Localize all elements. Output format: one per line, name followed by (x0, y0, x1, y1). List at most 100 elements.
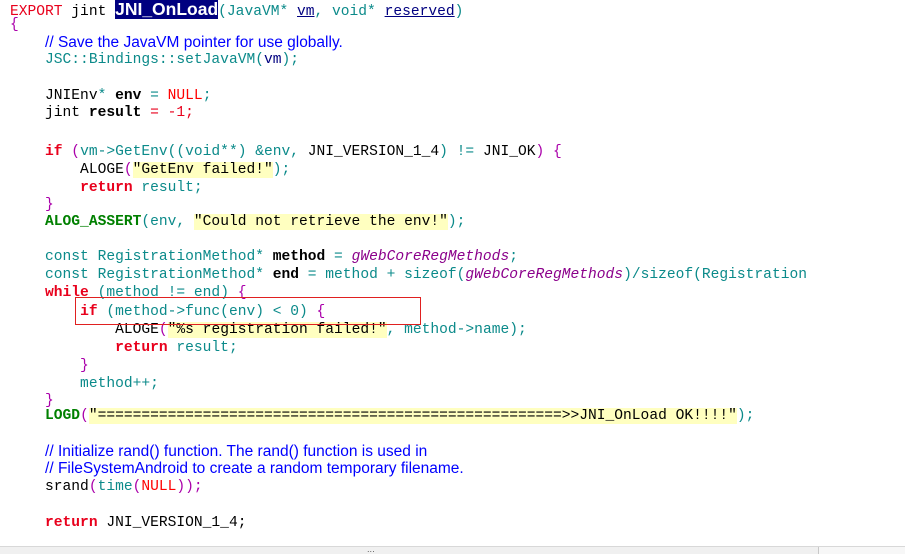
code-comment: // Initialize rand() function. The rand(… (45, 443, 428, 460)
code-comment: // FileSystemAndroid to create a random … (45, 460, 464, 477)
code-token: gWebCoreRegMethods (465, 267, 624, 283)
code-line: // FileSystemAndroid to create a random … (10, 460, 464, 478)
code-token: jint (10, 105, 89, 121)
code-token: } (10, 358, 89, 374)
code-token: ( (80, 408, 89, 424)
code-line: { (10, 16, 19, 34)
code-token: result (88, 105, 142, 121)
code-token: NULL (167, 88, 203, 104)
code-token: = -1; (141, 105, 194, 121)
code-token: = (141, 88, 168, 104)
code-token: ; (202, 88, 212, 104)
code-token: result; (167, 340, 238, 356)
code-token: ) != (439, 144, 483, 160)
code-token: LOGD (10, 408, 81, 424)
code-token: )/sizeof(Registration (623, 267, 807, 283)
code-token: ( (88, 479, 98, 495)
code-token: env (115, 88, 142, 104)
code-token: ) (535, 144, 545, 160)
code-line: // Initialize rand() function. The rand(… (10, 443, 427, 461)
code-line: srand(time(NULL)); (10, 478, 203, 496)
code-token: = method + sizeof( (299, 267, 466, 283)
code-token: jint (62, 4, 116, 20)
string-literal: "Could not retrieve the env!" (193, 214, 448, 230)
code-token: vm->GetEnv((void**) &env, (80, 144, 308, 160)
code-token: ( (123, 162, 133, 178)
scrollbar-track-end (818, 547, 905, 554)
scrollbar-grip-icon[interactable]: ... (367, 546, 375, 554)
code-token: ( (62, 144, 81, 160)
code-token: JNI_OK (482, 144, 536, 160)
code-token: NULL (141, 479, 177, 495)
code-line: EXPORT jint JNI_OnLoad(JavaVM* vm, void*… (10, 0, 464, 20)
string-literal: "=======================================… (88, 408, 737, 424)
code-token: ) (454, 4, 464, 20)
code-token: ; (509, 249, 518, 265)
code-token: vm (263, 52, 282, 68)
code-token: ALOGE (10, 162, 124, 178)
code-line: if (vm->GetEnv((void**) &env, JNI_VERSIO… (10, 143, 562, 161)
code-line: } (10, 196, 54, 214)
code-token: result; (132, 180, 203, 196)
code-line: return JNI_VERSION_1_4; (10, 514, 246, 532)
code-token: )); (176, 479, 203, 495)
code-token: { (10, 17, 19, 33)
code-token: method++; (10, 376, 159, 392)
code-token: ); (281, 52, 300, 68)
code-line: } (10, 357, 89, 375)
code-token: (JavaVM* (218, 4, 297, 20)
string-literal: "GetEnv failed!" (132, 162, 273, 178)
code-line: method++; (10, 375, 159, 393)
code-token: * (97, 88, 116, 104)
code-line: ALOG_ASSERT(env, "Could not retrieve the… (10, 213, 465, 231)
code-token: JNI_VERSION_1_4 (307, 144, 440, 160)
code-token: JNIEnv (10, 88, 98, 104)
code-token: time (97, 479, 133, 495)
code-token: end (272, 267, 300, 283)
code-token: } (10, 197, 54, 213)
code-token: return (115, 340, 168, 356)
code-line: // Save the JavaVM pointer for use globa… (10, 34, 343, 52)
code-token: srand (10, 479, 89, 495)
code-token: (env, (141, 214, 194, 230)
code-token: ALOG_ASSERT (10, 214, 142, 230)
code-token: , void* (314, 4, 385, 20)
code-token: return (80, 180, 133, 196)
code-line: LOGD("==================================… (10, 407, 754, 425)
code-token: return (45, 515, 98, 531)
code-token: ); (447, 214, 466, 230)
code-token: ); (272, 162, 291, 178)
code-token: const RegistrationMethod* (10, 249, 273, 265)
code-line: return result; (10, 179, 203, 197)
code-token: { (544, 144, 562, 160)
code-line: const RegistrationMethod* method = gWebC… (10, 248, 518, 266)
code-comment: // Save the JavaVM pointer for use globa… (45, 34, 343, 51)
code-line: return result; (10, 339, 238, 357)
highlight-annotation-box (75, 297, 421, 325)
code-token: JSC::Bindings::setJavaVM( (10, 52, 264, 68)
code-line: jint result = -1; (10, 104, 194, 122)
code-editor[interactable]: EXPORT jint JNI_OnLoad(JavaVM* vm, void*… (0, 0, 905, 554)
function-name-highlight: JNI_OnLoad (115, 0, 219, 19)
horizontal-scrollbar[interactable]: ... (0, 546, 905, 554)
code-line: ALOGE("GetEnv failed!"); (10, 161, 290, 179)
code-token: if (45, 144, 63, 160)
code-token: const RegistrationMethod* (10, 267, 273, 283)
code-token: ); (736, 408, 755, 424)
code-token: reserved (384, 4, 455, 20)
code-line: JNIEnv* env = NULL; (10, 87, 211, 105)
code-token: JNI_VERSION_1_4; (97, 515, 247, 531)
code-line: const RegistrationMethod* end = method +… (10, 266, 807, 284)
code-line: JSC::Bindings::setJavaVM(vm); (10, 51, 299, 69)
code-token: gWebCoreRegMethods (351, 249, 510, 265)
code-token: method (272, 249, 326, 265)
